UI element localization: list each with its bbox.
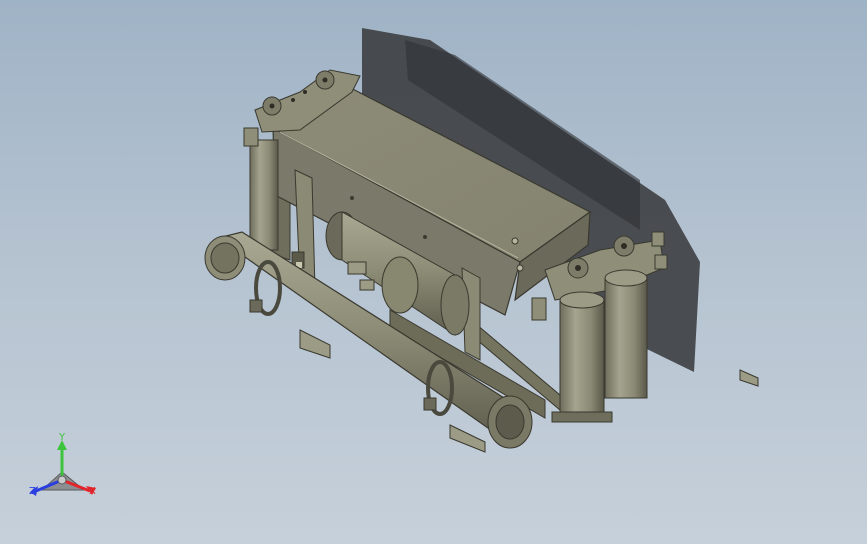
y-axis-label: Y — [59, 432, 66, 443]
cad-model-assembly[interactable] — [0, 0, 867, 544]
filter-housing-left — [243, 127, 279, 251]
3d-viewport[interactable]: Y Z X — [0, 0, 867, 544]
z-axis-label: Z — [29, 486, 36, 497]
x-axis-label: X — [89, 486, 96, 497]
